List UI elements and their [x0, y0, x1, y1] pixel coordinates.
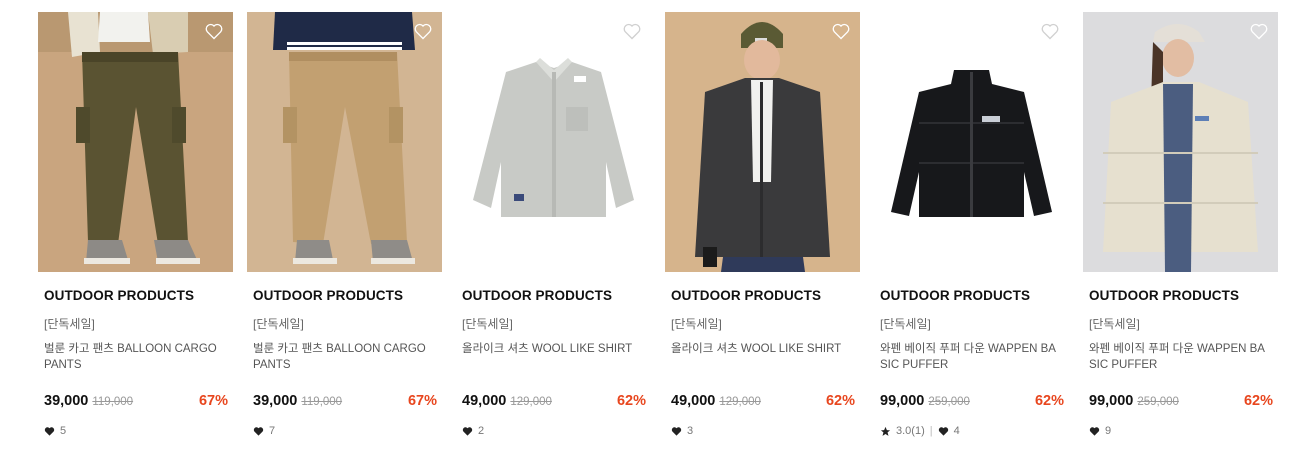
product-meta: 3.0 (1) | 4: [880, 425, 1069, 437]
original-price: 129,000: [719, 396, 761, 408]
wishlist-heart-icon[interactable]: [1040, 21, 1060, 41]
brand-name[interactable]: OUTDOOR PRODUCTS: [1089, 288, 1278, 303]
heart-filled-icon: [671, 426, 682, 436]
discount-rate: 62%: [616, 393, 646, 409]
like-count: 5: [60, 425, 67, 437]
original-price: 129,000: [510, 396, 552, 408]
product-name[interactable]: 와펜 베이직 푸퍼 다운 WAPPEN BASIC PUFFER: [880, 341, 1063, 375]
price-row: 99,000 259,000 62%: [1089, 393, 1273, 409]
sale-tag: [단독세일]: [462, 317, 513, 331]
original-price: 119,000: [92, 396, 134, 408]
review-count[interactable]: (1): [911, 425, 924, 437]
sale-price: 49,000: [671, 393, 716, 409]
product-meta: 3: [671, 425, 860, 437]
product-image[interactable]: [665, 12, 860, 272]
heart-filled-icon: [253, 426, 264, 436]
product-card[interactable]: OUTDOOR PRODUCTS [단독세일] 벌룬 카고 팬츠 BALLOON…: [38, 12, 233, 437]
like-count: 2: [478, 425, 485, 437]
product-name[interactable]: 올라이크 셔츠 WOOL LIKE SHIRT: [671, 341, 854, 375]
heart-filled-icon: [1089, 426, 1100, 436]
wishlist-heart-icon[interactable]: [622, 21, 642, 41]
product-meta: 7: [253, 425, 442, 437]
brand-name[interactable]: OUTDOOR PRODUCTS: [462, 288, 651, 303]
like-count: 4: [953, 425, 960, 437]
price-row: 49,000 129,000 62%: [462, 393, 646, 409]
original-price: 119,000: [301, 396, 343, 408]
product-card[interactable]: OUTDOOR PRODUCTS [단독세일] 올라이크 셔츠 WOOL LIK…: [456, 12, 651, 437]
product-card[interactable]: OUTDOOR PRODUCTS [단독세일] 올라이크 셔츠 WOOL LIK…: [665, 12, 860, 437]
discount-rate: 67%: [407, 393, 437, 409]
brand-name[interactable]: OUTDOOR PRODUCTS: [44, 288, 233, 303]
sale-tag: [단독세일]: [880, 317, 931, 331]
wishlist-heart-icon[interactable]: [831, 21, 851, 41]
heart-filled-icon: [44, 426, 55, 436]
original-price: 259,000: [928, 396, 970, 408]
product-image[interactable]: [874, 12, 1069, 272]
wishlist-heart-icon[interactable]: [1249, 21, 1269, 41]
like-count: 7: [269, 425, 276, 437]
original-price: 259,000: [1137, 396, 1179, 408]
product-card[interactable]: OUTDOOR PRODUCTS [단독세일] 와펜 베이직 푸퍼 다운 WAP…: [1083, 12, 1278, 437]
price-row: 99,000 259,000 62%: [880, 393, 1064, 409]
product-card[interactable]: OUTDOOR PRODUCTS [단독세일] 와펜 베이직 푸퍼 다운 WAP…: [874, 12, 1069, 437]
price-row: 39,000 119,000 67%: [44, 393, 228, 409]
brand-name[interactable]: OUTDOOR PRODUCTS: [671, 288, 860, 303]
product-name[interactable]: 벌룬 카고 팬츠 BALLOON CARGO PANTS: [253, 341, 436, 375]
sale-price: 39,000: [44, 393, 89, 409]
heart-filled-icon: [938, 426, 948, 436]
meta-divider: |: [929, 425, 933, 437]
sale-tag: [단독세일]: [253, 317, 304, 331]
discount-rate: 62%: [825, 393, 855, 409]
product-grid: OUTDOOR PRODUCTS [단독세일] 벌룬 카고 팬츠 BALLOON…: [38, 12, 1278, 437]
sale-tag: [단독세일]: [671, 317, 722, 331]
product-image[interactable]: [456, 12, 651, 272]
product-meta: 2: [462, 425, 651, 437]
heart-filled-icon: [462, 426, 473, 436]
wishlist-heart-icon[interactable]: [204, 21, 224, 41]
price-row: 49,000 129,000 62%: [671, 393, 855, 409]
sale-tag: [단독세일]: [44, 317, 95, 331]
product-card[interactable]: OUTDOOR PRODUCTS [단독세일] 벌룬 카고 팬츠 BALLOON…: [247, 12, 442, 437]
rating-score: 3.0: [896, 425, 912, 437]
discount-rate: 62%: [1243, 393, 1273, 409]
sale-price: 39,000: [253, 393, 298, 409]
discount-rate: 67%: [198, 393, 228, 409]
product-meta: 9: [1089, 425, 1278, 437]
brand-name[interactable]: OUTDOOR PRODUCTS: [253, 288, 442, 303]
sale-price: 99,000: [880, 393, 925, 409]
product-image[interactable]: [1083, 12, 1278, 272]
product-image[interactable]: [247, 12, 442, 272]
discount-rate: 62%: [1034, 393, 1064, 409]
wishlist-heart-icon[interactable]: [413, 21, 433, 41]
sale-price: 99,000: [1089, 393, 1134, 409]
brand-name[interactable]: OUTDOOR PRODUCTS: [880, 288, 1069, 303]
product-name[interactable]: 와펜 베이직 푸퍼 다운 WAPPEN BASIC PUFFER: [1089, 341, 1272, 375]
product-name[interactable]: 벌룬 카고 팬츠 BALLOON CARGO PANTS: [44, 341, 227, 375]
star-icon: [880, 426, 891, 436]
sale-tag: [단독세일]: [1089, 317, 1140, 331]
product-meta: 5: [44, 425, 233, 437]
like-count: 9: [1105, 425, 1112, 437]
product-name[interactable]: 올라이크 셔츠 WOOL LIKE SHIRT: [462, 341, 645, 375]
product-image[interactable]: [38, 12, 233, 272]
price-row: 39,000 119,000 67%: [253, 393, 437, 409]
sale-price: 49,000: [462, 393, 507, 409]
like-count: 3: [687, 425, 694, 437]
